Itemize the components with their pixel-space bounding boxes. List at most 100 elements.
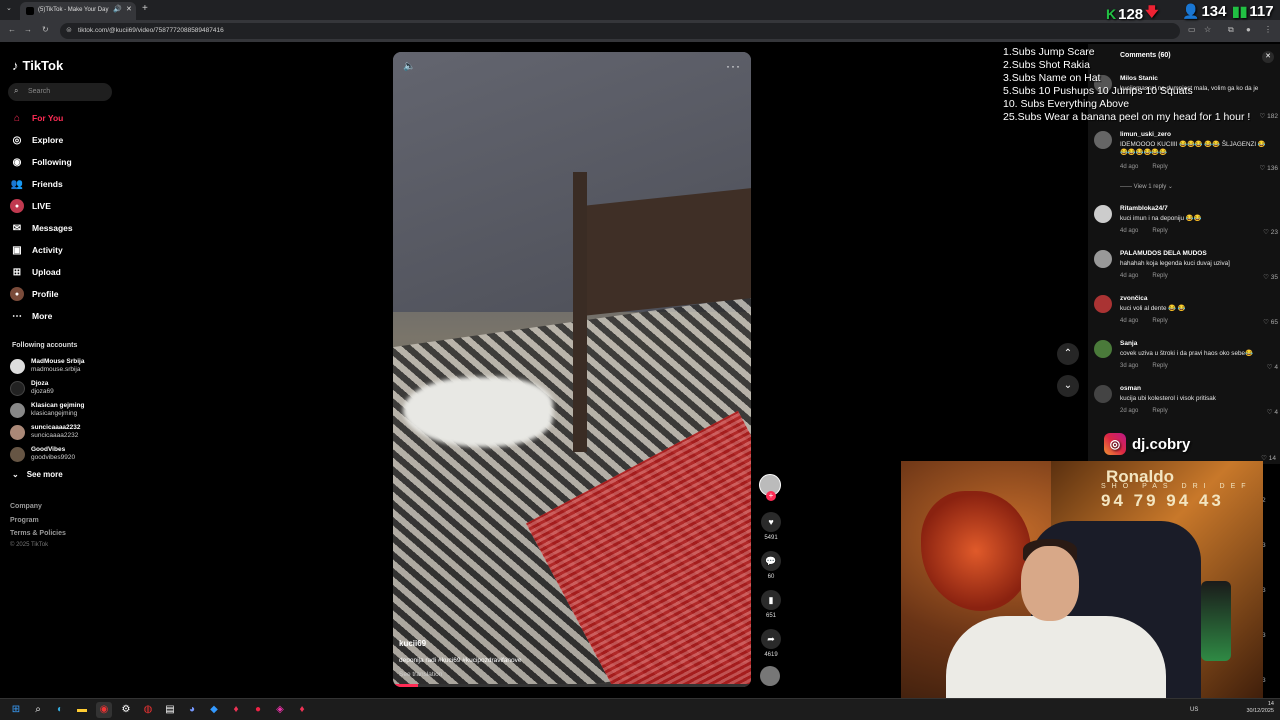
sidebar-item-profile[interactable]: ● Profile (10, 285, 58, 303)
comment-likes[interactable]: ♡ 65 (1263, 318, 1278, 326)
comment-user[interactable]: osman (1120, 385, 1141, 392)
tab-search-icon[interactable]: ⌄ (6, 4, 12, 12)
site-info-icon[interactable]: ⊜ (66, 26, 72, 34)
comment-likes[interactable]: ♡ 14 (1261, 454, 1276, 462)
comment-likes[interactable]: ♡ 182 (1260, 112, 1279, 120)
sidebar-item-explore[interactable]: ◎ Explore (10, 131, 64, 149)
video-progress-bar[interactable] (393, 684, 751, 687)
comment-likes[interactable]: ♡ 23 (1263, 228, 1278, 236)
tiktok-logo[interactable]: ♪ TikTok (12, 58, 63, 73)
avatar[interactable] (1094, 250, 1112, 268)
footer-link-company[interactable]: Company (10, 503, 42, 510)
sidebar-item-friends[interactable]: 👥 Friends (10, 175, 63, 193)
reply-button[interactable]: Reply (1152, 318, 1167, 324)
avatar[interactable] (1094, 295, 1112, 313)
comment-icon[interactable]: 💬 (761, 551, 781, 571)
comment-likes[interactable]: ♡ 136 (1260, 164, 1279, 172)
install-icon[interactable]: ▭ (1188, 25, 1196, 34)
comment-user[interactable]: zvončica (1120, 295, 1147, 302)
settings-icon[interactable]: ⚙ (118, 702, 134, 718)
comment-action[interactable]: 💬 60 (760, 551, 782, 580)
close-icon[interactable]: ✕ (1262, 51, 1274, 63)
next-video-button[interactable]: ⌄ (1057, 375, 1079, 397)
bookmark-star-icon[interactable]: ☆ (1204, 25, 1211, 34)
heart-icon[interactable]: ♥ (761, 512, 781, 532)
following-account[interactable]: suncicaaaa2232 suncicaaaa2232 (10, 423, 81, 441)
see-translation-link[interactable]: See translation (399, 671, 442, 678)
reply-button[interactable]: Reply (1152, 228, 1167, 234)
creator-avatar[interactable]: + (759, 474, 781, 501)
comment-likes[interactable]: ♡ 35 (1263, 273, 1278, 281)
forward-icon[interactable]: → (24, 25, 32, 34)
taskbar-app-icon[interactable]: ♦ (294, 702, 310, 718)
taskbar-search-icon[interactable]: ⌕ (30, 702, 46, 718)
taskbar-app-icon[interactable]: ♦ (228, 702, 244, 718)
share-action[interactable]: ➦ 4619 (760, 629, 782, 658)
new-tab-button[interactable]: + (142, 3, 148, 14)
footer-link-terms[interactable]: Terms & Policies (10, 530, 66, 537)
sidebar-item-following[interactable]: ◉ Following (10, 153, 72, 171)
browser-tab[interactable]: (5)TikTok - Make Your Day 🔊 ✕ (20, 2, 136, 20)
file-explorer-icon[interactable]: ▬ (74, 702, 90, 718)
edge-icon[interactable]: ◐ (52, 702, 68, 718)
profile-avatar-icon[interactable]: ● (1246, 25, 1251, 34)
following-account[interactable]: GoodVibes goodvibes9920 (10, 445, 75, 463)
taskbar-app-icon[interactable]: ▤ (162, 702, 178, 718)
video-player[interactable]: 🔈 ··· kucii69 deponija radi #kuci69 #kuc… (393, 52, 751, 687)
chrome-icon[interactable]: ◉ (96, 702, 112, 718)
music-disc-icon[interactable] (760, 666, 780, 686)
tab-close-icon[interactable]: ✕ (126, 5, 132, 13)
reply-button[interactable]: Reply (1152, 273, 1167, 279)
share-icon[interactable]: ➦ (761, 629, 781, 649)
previous-video-button[interactable]: ⌃ (1057, 343, 1079, 365)
avatar[interactable] (1094, 385, 1112, 403)
address-bar[interactable]: ⊜ tiktok.com/@kucii69/video/758777208858… (60, 23, 1180, 39)
follow-plus-icon[interactable]: + (766, 491, 776, 501)
comment-user[interactable]: limun_uski_zero (1120, 131, 1171, 138)
taskbar-app-icon[interactable]: ◍ (140, 702, 156, 718)
sidebar-item-upload[interactable]: ⊞ Upload (10, 263, 61, 281)
reply-button[interactable]: Reply (1152, 408, 1167, 414)
sidebar-item-label: Profile (32, 289, 59, 299)
following-account[interactable]: Djoza djoza69 (10, 379, 54, 397)
save-action[interactable]: ▮ 651 (760, 590, 782, 619)
following-account[interactable]: MadMouse Srbija madmouse.srbija (10, 357, 84, 375)
video-author[interactable]: kucii69 (399, 639, 426, 648)
comment-user[interactable]: Sanja (1120, 340, 1137, 347)
system-clock[interactable]: 14 30/12/2025 (1246, 701, 1274, 715)
footer-link-program[interactable]: Program (10, 517, 39, 524)
back-icon[interactable]: ← (8, 25, 16, 34)
volume-icon[interactable]: 🔈 (403, 61, 415, 72)
sidebar-item-live[interactable]: ● LIVE (10, 197, 51, 215)
bookmark-icon[interactable]: ▮ (761, 590, 781, 610)
reload-icon[interactable]: ↻ (42, 25, 49, 34)
extensions-icon[interactable]: ⧉ (1228, 25, 1234, 35)
keyboard-language[interactable]: US (1190, 707, 1198, 713)
discord-icon[interactable]: ◕ (184, 702, 200, 718)
windows-start-icon[interactable]: ⊞ (8, 702, 24, 718)
following-account[interactable]: Klasican gejming klasicangejming (10, 401, 84, 419)
comment-likes[interactable]: ♡ 4 (1267, 363, 1278, 371)
comment-likes[interactable]: ♡ 4 (1267, 408, 1278, 416)
reply-button[interactable]: Reply (1152, 164, 1167, 170)
comment-user[interactable]: PALAMUDOS DELA MUDOS (1120, 250, 1207, 257)
avatar[interactable] (1094, 205, 1112, 223)
search-input[interactable]: ⌕ Search (8, 83, 112, 101)
avatar[interactable] (1094, 131, 1112, 149)
taskbar-app-icon[interactable]: ◈ (272, 702, 288, 718)
see-more-button[interactable]: ⌄ See more (12, 470, 63, 479)
comment-user[interactable]: Ritambloka24/7 (1120, 205, 1168, 212)
browser-menu-icon[interactable]: ⋮ (1264, 25, 1272, 34)
sidebar-item-more[interactable]: ⋯ More (10, 307, 52, 325)
video-more-options-icon[interactable]: ··· (726, 59, 741, 73)
sidebar-item-for-you[interactable]: ⌂ For You (10, 109, 63, 127)
sidebar-item-messages[interactable]: ✉ Messages (10, 219, 73, 237)
like-action[interactable]: ♥ 5491 (760, 512, 782, 541)
sidebar-item-activity[interactable]: ▣ Activity (10, 241, 62, 259)
reply-button[interactable]: Reply (1152, 363, 1167, 369)
view-replies-button[interactable]: —— View 1 reply ⌄ (1120, 183, 1173, 190)
taskbar-app-icon[interactable]: ● (250, 702, 266, 718)
taskbar-app-icon[interactable]: ◆ (206, 702, 222, 718)
avatar[interactable] (1094, 340, 1112, 358)
tab-audio-icon[interactable]: 🔊 (113, 5, 122, 13)
